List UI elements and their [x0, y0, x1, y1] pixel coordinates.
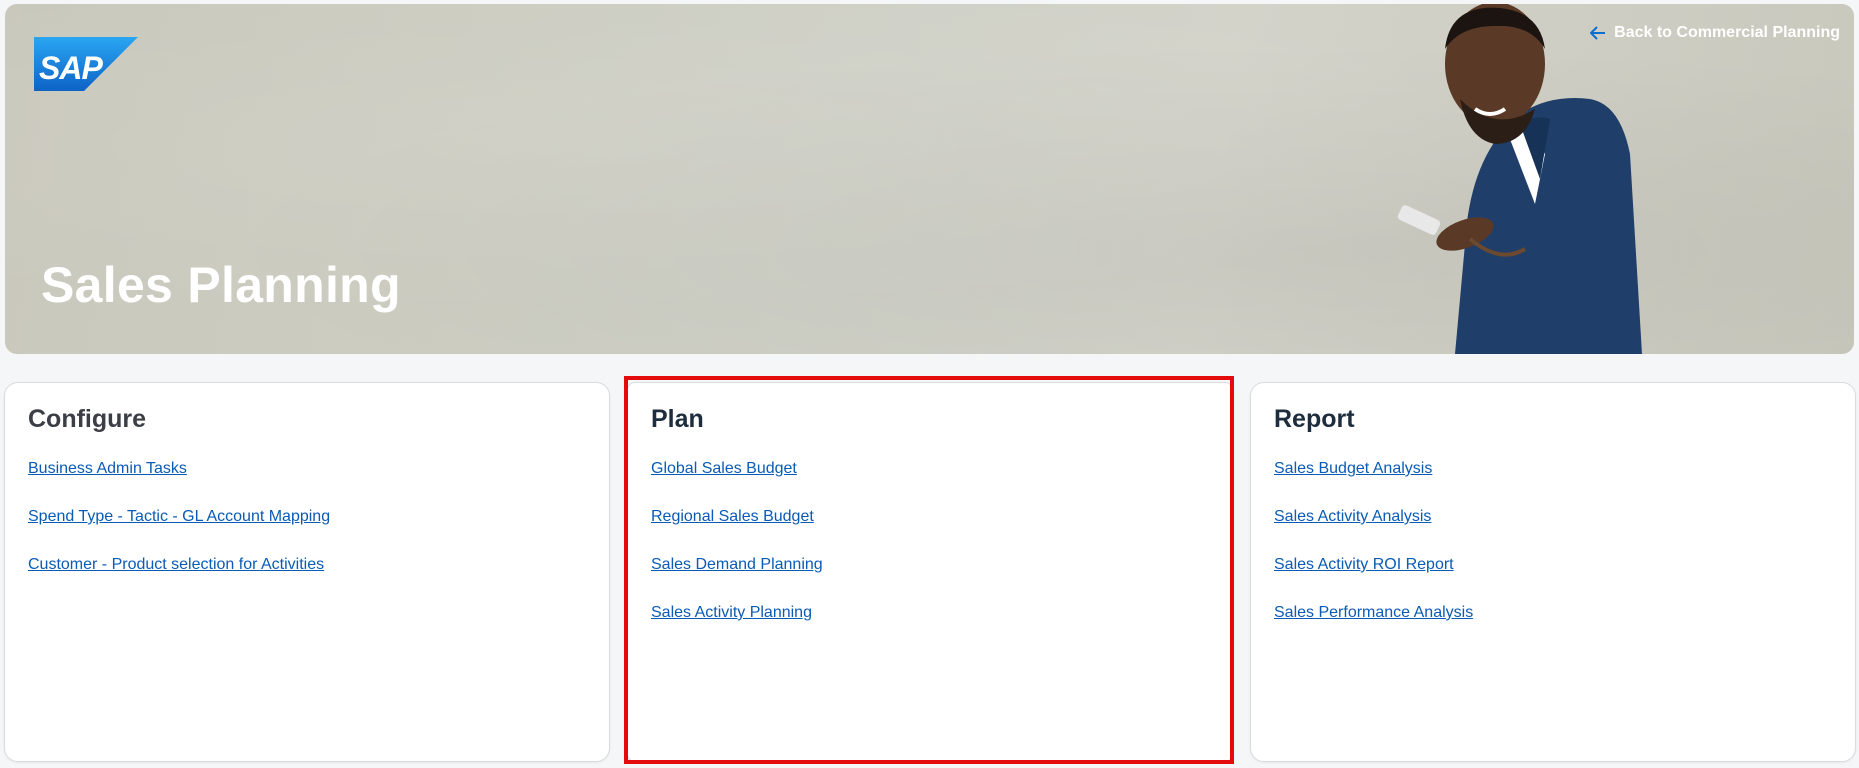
plan-link-list: Global Sales Budget Regional Sales Budge… [651, 460, 823, 652]
configure-title: Configure [28, 405, 147, 433]
configure-link-list: Business Admin Tasks Spend Type - Tactic… [28, 460, 330, 604]
list-item: Sales Activity Planning [651, 604, 823, 652]
list-item: Regional Sales Budget [651, 508, 823, 556]
configure-card: Configure Business Admin Tasks Spend Typ… [4, 382, 610, 762]
back-link-label: Back to Commercial Planning [1614, 24, 1840, 41]
page-title: Sales Planning [41, 257, 401, 313]
arrow-left-icon [1590, 26, 1606, 40]
back-to-commercial-planning-link[interactable]: Back to Commercial Planning [1590, 24, 1840, 42]
global-sales-budget-link[interactable]: Global Sales Budget [651, 460, 797, 477]
report-card: Report Sales Budget Analysis Sales Activ… [1250, 382, 1856, 762]
plan-title: Plan [651, 405, 704, 433]
business-admin-tasks-link[interactable]: Business Admin Tasks [28, 460, 187, 477]
sap-logo: SAP [34, 37, 138, 91]
report-title: Report [1274, 405, 1355, 433]
person-with-phone-illustration [1397, 4, 1642, 354]
regional-sales-budget-link[interactable]: Regional Sales Budget [651, 508, 814, 525]
sales-budget-analysis-link[interactable]: Sales Budget Analysis [1274, 460, 1432, 477]
sales-activity-analysis-link[interactable]: Sales Activity Analysis [1274, 508, 1431, 525]
list-item: Global Sales Budget [651, 460, 823, 508]
list-item: Sales Budget Analysis [1274, 460, 1473, 508]
list-item: Spend Type - Tactic - GL Account Mapping [28, 508, 330, 556]
list-item: Sales Demand Planning [651, 556, 823, 604]
list-item: Sales Activity Analysis [1274, 508, 1473, 556]
plan-card: Plan Global Sales Budget Regional Sales … [627, 382, 1233, 762]
sales-performance-analysis-link[interactable]: Sales Performance Analysis [1274, 604, 1473, 621]
list-item: Business Admin Tasks [28, 460, 330, 508]
list-item: Sales Activity ROI Report [1274, 556, 1473, 604]
sales-demand-planning-link[interactable]: Sales Demand Planning [651, 556, 823, 573]
report-link-list: Sales Budget Analysis Sales Activity Ana… [1274, 460, 1473, 652]
spend-type-gl-mapping-link[interactable]: Spend Type - Tactic - GL Account Mapping [28, 508, 330, 525]
customer-product-selection-link[interactable]: Customer - Product selection for Activit… [28, 556, 324, 573]
sap-logo-text: SAP [39, 50, 103, 86]
list-item: Sales Performance Analysis [1274, 604, 1473, 652]
sales-activity-planning-link[interactable]: Sales Activity Planning [651, 604, 812, 621]
list-item: Customer - Product selection for Activit… [28, 556, 330, 604]
sales-activity-roi-report-link[interactable]: Sales Activity ROI Report [1274, 556, 1454, 573]
hero-banner: SAP Back to Commercial Planning Sales Pl… [5, 4, 1854, 354]
